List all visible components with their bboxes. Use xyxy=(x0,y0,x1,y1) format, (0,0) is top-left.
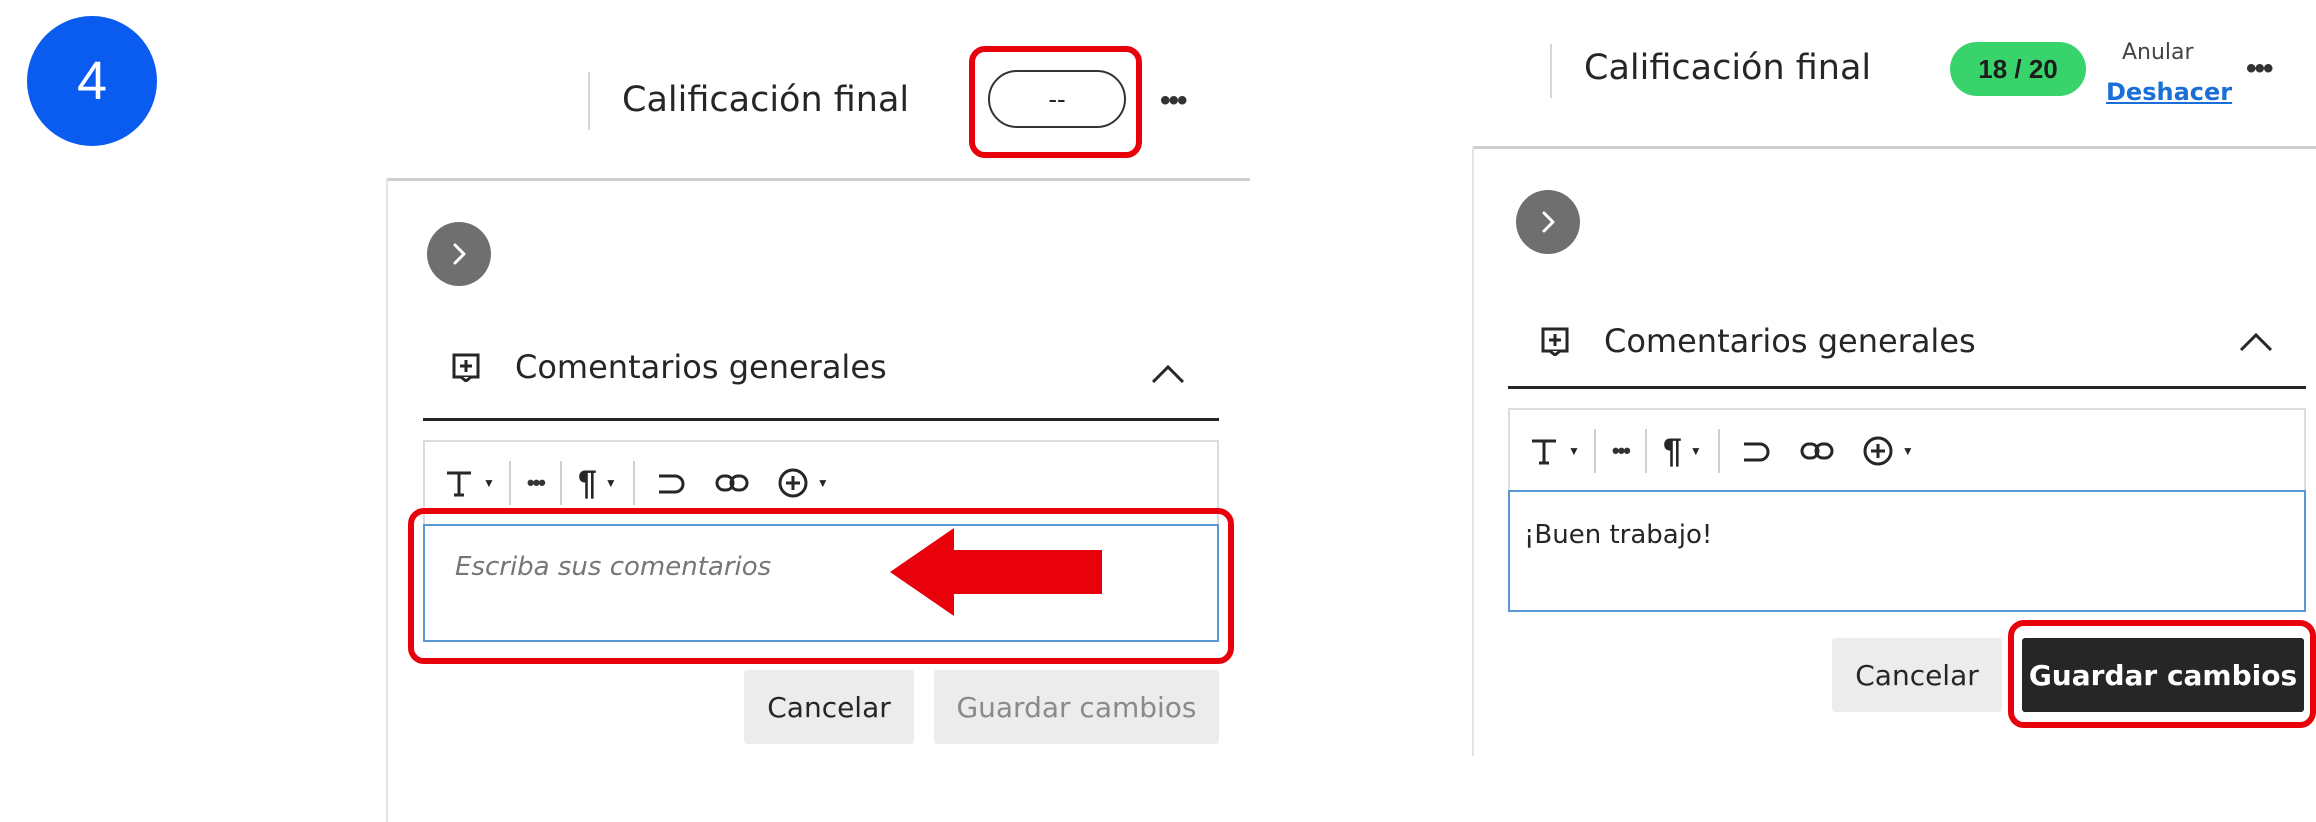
caret-down-icon: ▼ xyxy=(1689,444,1702,458)
cancel-button[interactable]: Cancelar xyxy=(1832,638,2002,712)
text-format-icon xyxy=(1532,439,1556,465)
more-options-button[interactable]: ••• xyxy=(1160,84,1187,118)
more-formatting-label: ••• xyxy=(1611,438,1631,463)
more-options-button[interactable]: ••• xyxy=(2246,52,2273,86)
comments-text: ¡Buen trabajo! xyxy=(1524,520,1713,550)
final-grade-value: 18 / 20 xyxy=(1978,53,2058,84)
save-changes-button[interactable]: Guardar cambios xyxy=(934,670,1219,744)
header-divider xyxy=(588,72,590,130)
final-grade-badge[interactable]: 18 / 20 xyxy=(1950,42,2086,96)
caret-down-icon: ▼ xyxy=(604,476,617,490)
general-comments-title: Comentarios generales xyxy=(515,348,887,386)
general-comments-header[interactable]: Comentarios generales xyxy=(1540,322,1976,360)
more-formatting-button[interactable]: ••• xyxy=(1596,410,1645,492)
final-grade-title: Calificación final xyxy=(622,80,910,120)
override-label: Anular xyxy=(2122,40,2194,65)
header-divider xyxy=(1550,44,1552,98)
step-number-badge: 4 xyxy=(27,16,157,146)
insert-content-button[interactable]: ▼ xyxy=(1848,410,1928,492)
text-format-button[interactable]: ▼ xyxy=(1510,410,1594,492)
panel-divider xyxy=(386,178,1250,181)
undo-link[interactable]: Deshacer xyxy=(2106,78,2232,106)
paragraph-icon: ¶ xyxy=(1663,431,1682,470)
cancel-button[interactable]: Cancelar xyxy=(744,670,914,744)
editor-highlight-box xyxy=(408,508,1234,664)
panel-divider xyxy=(1472,146,2316,149)
insert-plus-icon xyxy=(778,468,808,498)
panel-left-border xyxy=(1472,146,1474,756)
section-underline xyxy=(1508,386,2306,389)
undo-icon xyxy=(658,474,685,494)
expand-panel-button[interactable] xyxy=(1516,190,1580,254)
more-formatting-label: ••• xyxy=(526,470,546,495)
section-underline xyxy=(423,418,1219,421)
paragraph-button[interactable]: ¶ ▼ xyxy=(1647,410,1718,492)
comments-editor[interactable]: ¡Buen trabajo! xyxy=(1508,490,2306,612)
arrow-left-icon xyxy=(890,528,1102,616)
add-comment-icon xyxy=(1541,327,1569,356)
editor-toolbar: ▼ ••• ¶ ▼ ▼ xyxy=(1508,408,2306,492)
grade-highlight-box xyxy=(969,46,1142,158)
link-icon xyxy=(715,474,749,492)
insert-plus-icon xyxy=(1863,436,1893,466)
undo-button[interactable] xyxy=(1720,410,1786,492)
chevron-right-icon xyxy=(1542,211,1555,233)
chevron-up-icon[interactable] xyxy=(2236,326,2276,356)
chevron-right-icon xyxy=(453,243,466,265)
text-format-icon xyxy=(447,471,471,497)
caret-down-icon: ▼ xyxy=(1901,444,1914,458)
general-comments-title: Comentarios generales xyxy=(1604,322,1976,360)
panel-left-border xyxy=(386,178,388,822)
link-icon xyxy=(1800,442,1834,460)
general-comments-header[interactable]: Comentarios generales xyxy=(451,348,887,386)
caret-down-icon: ▼ xyxy=(483,476,495,490)
caret-down-icon: ▼ xyxy=(1568,444,1580,458)
final-grade-title: Calificación final xyxy=(1584,48,1872,88)
insert-link-button[interactable] xyxy=(1786,410,1848,492)
undo-icon xyxy=(1743,442,1770,462)
caret-down-icon: ▼ xyxy=(816,476,829,490)
paragraph-icon: ¶ xyxy=(578,463,597,502)
save-highlight-box xyxy=(2008,620,2316,728)
chevron-up-icon[interactable] xyxy=(1148,358,1188,388)
add-comment-icon xyxy=(452,353,480,382)
expand-panel-button[interactable] xyxy=(427,222,491,286)
